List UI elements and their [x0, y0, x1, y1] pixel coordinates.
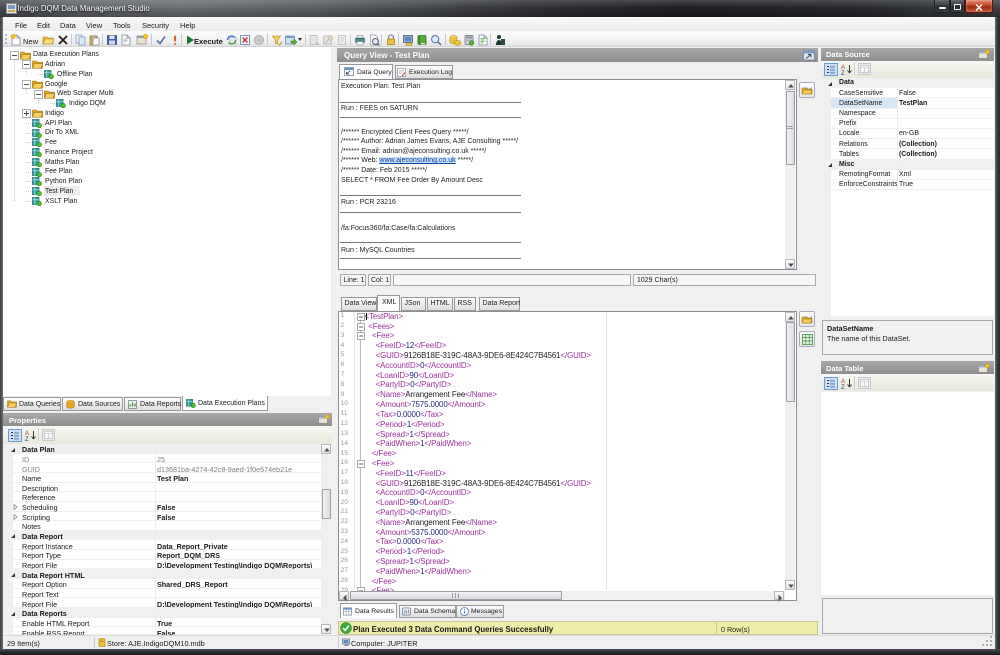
svg-text:Z: Z [841, 71, 845, 76]
svg-text:Z: Z [25, 437, 29, 442]
svg-text:Z: Z [841, 385, 845, 390]
